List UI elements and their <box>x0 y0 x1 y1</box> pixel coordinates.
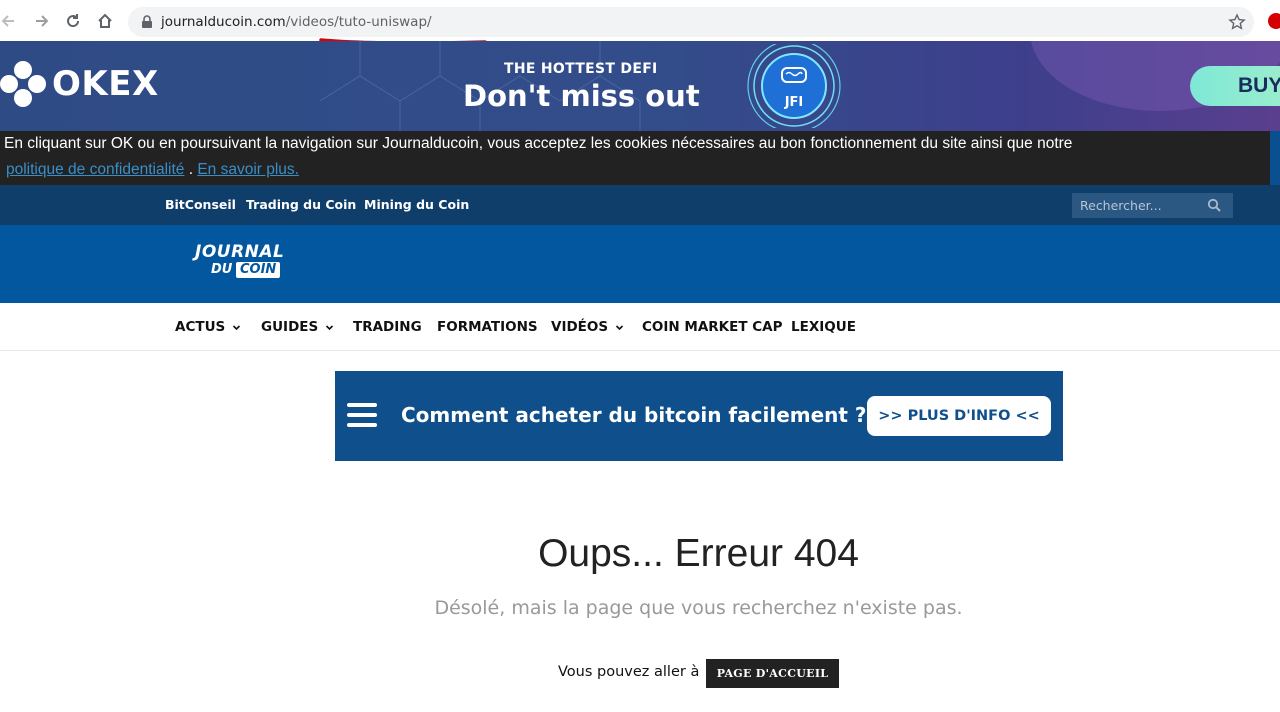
nav-trading-label: TRADING <box>353 319 422 335</box>
ad-headline: Don't miss out <box>463 79 700 113</box>
reload-icon[interactable] <box>64 12 82 30</box>
search-icon[interactable] <box>1207 198 1221 212</box>
back-icon[interactable] <box>0 12 18 30</box>
buy-button[interactable]: BUY <box>1190 66 1280 106</box>
chevron-down-icon <box>326 324 334 330</box>
okex-mark-icon <box>0 61 46 107</box>
forward-icon[interactable] <box>32 12 50 30</box>
learn-more-link[interactable]: En savoir plus. <box>197 161 299 178</box>
url-path: /videos/tuto-uniswap/ <box>285 14 432 30</box>
home-page-button[interactable]: PAGE D'ACCUEIL <box>706 659 839 688</box>
cookie-ok-button-edge[interactable] <box>1270 131 1280 185</box>
logo-du: DU <box>211 262 233 277</box>
nav-guides[interactable]: GUIDES <box>261 319 334 335</box>
nav-formations-label: FORMATIONS <box>437 319 538 335</box>
main-nav: ACTUS GUIDES TRADING FORMATIONS VIDÉOS C… <box>0 303 1280 351</box>
goto-text: Vous pouvez aller à <box>558 664 700 680</box>
top-nav-bitconseil[interactable]: BitConseil <box>165 197 236 212</box>
nav-trading[interactable]: TRADING <box>353 319 422 335</box>
more-info-button[interactable]: >> PLUS D'INFO << <box>867 396 1051 436</box>
cookie-text: En cliquant sur OK ou en poursuivant la … <box>4 135 1073 152</box>
nav-actus-label: ACTUS <box>175 319 226 335</box>
url-domain: journalducoin.com <box>161 14 286 30</box>
cookie-separator: . <box>184 161 198 178</box>
nav-lexique-label: LEXIQUE <box>791 319 856 335</box>
nav-lexique[interactable]: LEXIQUE <box>791 319 856 335</box>
jfi-badge: JFI <box>747 44 841 128</box>
ad-tagline: THE HOTTEST DEFI <box>504 61 658 77</box>
nav-formations[interactable]: FORMATIONS <box>437 319 538 335</box>
nav-videos-label: VIDÉOS <box>551 319 609 335</box>
search-box <box>1072 193 1233 218</box>
url-text[interactable]: journalducoin.com/videos/tuto-uniswap/ <box>161 14 432 30</box>
top-nav-mining-du-coin[interactable]: Mining du Coin <box>364 197 469 212</box>
promo-text: Comment acheter du bitcoin facilement ? <box>401 403 867 427</box>
lock-icon[interactable] <box>140 15 154 29</box>
browser-toolbar: journalducoin.com/videos/tuto-uniswap/ <box>0 0 1280 45</box>
okex-logo[interactable]: OKEX <box>0 61 159 107</box>
chevron-down-icon <box>233 324 241 330</box>
nav-videos[interactable]: VIDÉOS <box>551 319 624 335</box>
search-input[interactable] <box>1072 193 1202 218</box>
nav-actus[interactable]: ACTUS <box>175 319 241 335</box>
logo-journal: JOURNAL <box>195 242 285 262</box>
error-subtitle: Désolé, mais la page que vous recherchez… <box>434 597 963 619</box>
promo-banner[interactable]: Comment acheter du bitcoin facilement ? … <box>335 371 1063 461</box>
site-logo[interactable]: JOURNAL DU COIN <box>193 242 293 284</box>
chevron-down-icon <box>616 324 624 330</box>
extension-icon[interactable] <box>1268 13 1280 29</box>
cookie-links: politique de confidentialité . En savoir… <box>6 161 299 179</box>
address-bar[interactable]: journalducoin.com/videos/tuto-uniswap/ <box>128 7 1254 37</box>
top-nav-trading-du-coin[interactable]: Trading du Coin <box>246 197 356 212</box>
nav-guides-label: GUIDES <box>261 319 319 335</box>
ad-banner[interactable]: OKEX THE HOTTEST DEFI Don't miss out JFI… <box>0 41 1280 131</box>
cookie-banner: En cliquant sur OK ou en poursuivant la … <box>0 131 1280 185</box>
privacy-policy-link[interactable]: politique de confidentialité <box>6 161 184 178</box>
jfi-badge-label: JFI <box>784 95 804 110</box>
site-header: JOURNAL DU COIN <box>0 225 1280 303</box>
nav-coin-market-cap[interactable]: COIN MARKET CAP <box>642 319 783 335</box>
top-nav: BitConseil Trading du Coin Mining du Coi… <box>0 185 1280 225</box>
error-title: Oups... Erreur 404 <box>538 532 859 575</box>
okex-brand: OKEX <box>52 64 159 104</box>
home-icon[interactable] <box>96 12 114 30</box>
menu-icon <box>347 403 377 427</box>
star-icon[interactable] <box>1228 13 1246 31</box>
nav-coin-market-cap-label: COIN MARKET CAP <box>642 319 783 335</box>
logo-coin: COIN <box>236 262 281 278</box>
